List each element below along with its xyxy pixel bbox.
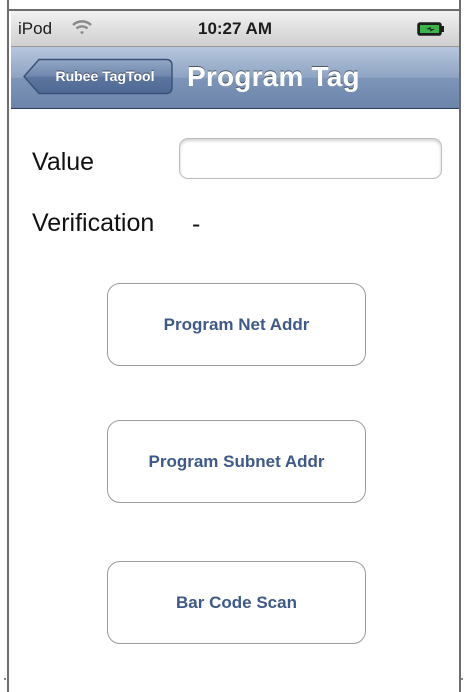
app-screen: iPod 10:27 AM Rubee TagTool Program Tag … (11, 11, 459, 692)
device-frame: iPod 10:27 AM Rubee TagTool Program Tag … (0, 0, 469, 692)
frame-corner-mark (4, 678, 6, 680)
battery-charging-icon (417, 22, 445, 36)
frame-corner-mark (461, 678, 463, 680)
program-net-addr-button[interactable]: Program Net Addr (107, 283, 366, 366)
frame-left-edge (0, 0, 9, 692)
value-input[interactable] (179, 138, 442, 179)
page-title: Program Tag (187, 61, 360, 92)
program-subnet-addr-button[interactable]: Program Subnet Addr (107, 420, 366, 503)
frame-right-edge (459, 0, 469, 692)
frame-top-edge (0, 0, 469, 11)
back-button[interactable]: Rubee TagTool (23, 58, 173, 95)
value-label: Value (32, 148, 95, 176)
status-bar: iPod 10:27 AM (11, 11, 459, 47)
verification-value: - (192, 210, 201, 238)
bar-code-scan-button[interactable]: Bar Code Scan (107, 561, 366, 644)
navigation-bar: Rubee TagTool Program Tag (11, 47, 459, 109)
back-button-label: Rubee TagTool (55, 68, 155, 84)
verification-label: Verification (32, 209, 155, 237)
status-time: 10:27 AM (197, 19, 272, 38)
